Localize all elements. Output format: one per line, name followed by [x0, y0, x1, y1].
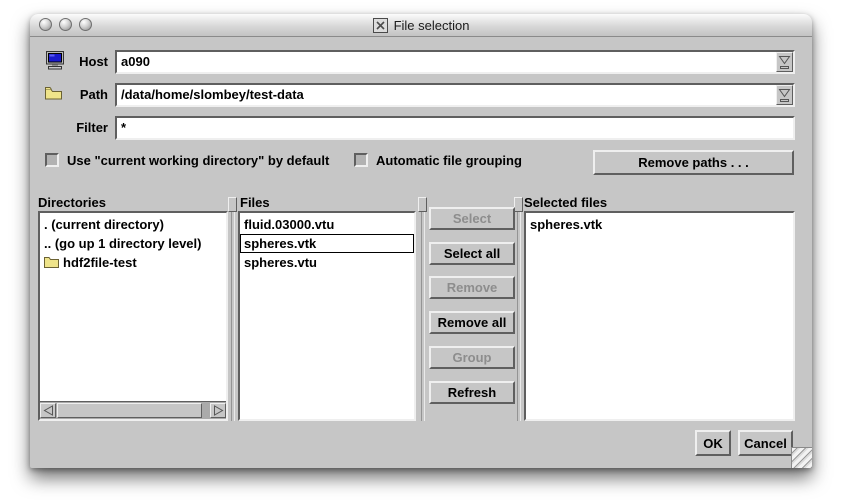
- host-value: a090: [121, 54, 150, 69]
- remove-button[interactable]: Remove: [429, 276, 515, 299]
- list-item-label: .. (go up 1 directory level): [44, 234, 201, 253]
- cancel-button[interactable]: Cancel: [738, 430, 793, 456]
- list-item-label: spheres.vtk: [244, 234, 316, 253]
- auto-grouping-checkbox[interactable]: [354, 153, 368, 167]
- path-label: Path: [30, 87, 108, 102]
- host-dropdown-button[interactable]: [776, 52, 793, 72]
- path-input[interactable]: /data/home/slombey/test-data: [115, 83, 795, 107]
- list-item-label: spheres.vtu: [244, 253, 317, 272]
- group-button[interactable]: Group: [429, 346, 515, 369]
- list-item[interactable]: hdf2file-test: [40, 253, 226, 272]
- remove-paths-button[interactable]: Remove paths . . .: [593, 150, 794, 175]
- select-all-button[interactable]: Select all: [429, 242, 515, 265]
- file-selection-window: File selection Host a090 Path /data/home…: [30, 14, 812, 468]
- splitter-handle[interactable]: [514, 197, 523, 212]
- list-item[interactable]: .. (go up 1 directory level): [40, 234, 226, 253]
- list-item[interactable]: spheres.vtk: [526, 215, 793, 234]
- titlebar[interactable]: File selection: [30, 14, 812, 37]
- list-item-focused[interactable]: spheres.vtk: [240, 234, 414, 253]
- host-input[interactable]: a090: [115, 50, 795, 74]
- window-controls: [39, 18, 92, 31]
- list-item[interactable]: spheres.vtu: [240, 253, 414, 272]
- folder-icon: [44, 257, 59, 268]
- remove-all-button[interactable]: Remove all: [429, 311, 515, 334]
- auto-grouping-label: Automatic file grouping: [376, 153, 522, 168]
- horizontal-scrollbar[interactable]: [40, 401, 226, 419]
- list-item-label: spheres.vtk: [530, 215, 602, 234]
- splitter-handle[interactable]: [418, 197, 427, 212]
- list-item-label: . (current directory): [44, 215, 164, 234]
- list-item-label: hdf2file-test: [63, 253, 137, 272]
- files-list[interactable]: fluid.03000.vtu spheres.vtk spheres.vtu: [238, 211, 416, 421]
- filter-input[interactable]: *: [115, 116, 795, 140]
- directories-list[interactable]: . (current directory) .. (go up 1 direct…: [38, 211, 228, 421]
- close-button-icon[interactable]: [39, 18, 52, 31]
- path-dropdown-button[interactable]: [776, 85, 793, 105]
- minimize-button-icon[interactable]: [59, 18, 72, 31]
- selected-files-list[interactable]: spheres.vtk: [524, 211, 795, 421]
- use-cwd-label: Use "current working directory" by defau…: [67, 153, 329, 168]
- use-cwd-checkbox[interactable]: [45, 153, 59, 167]
- list-item[interactable]: . (current directory): [40, 215, 226, 234]
- scrollbar-thumb[interactable]: [57, 403, 202, 418]
- splitter-groove[interactable]: [231, 212, 235, 421]
- select-button[interactable]: Select: [429, 207, 515, 230]
- path-value: /data/home/slombey/test-data: [121, 87, 304, 102]
- filter-value: *: [121, 120, 126, 135]
- filter-label: Filter: [30, 120, 108, 135]
- selected-files-pane-label: Selected files: [524, 195, 607, 210]
- ok-button[interactable]: OK: [695, 430, 731, 456]
- list-item[interactable]: fluid.03000.vtu: [240, 215, 414, 234]
- window-title: File selection: [394, 18, 470, 33]
- x11-window-icon: [373, 18, 388, 33]
- files-pane-label: Files: [240, 195, 270, 210]
- list-item-label: fluid.03000.vtu: [244, 215, 334, 234]
- scroll-right-icon[interactable]: [210, 403, 226, 418]
- directories-pane-label: Directories: [38, 195, 106, 210]
- refresh-button[interactable]: Refresh: [429, 381, 515, 404]
- zoom-button-icon[interactable]: [79, 18, 92, 31]
- resize-grip[interactable]: [791, 447, 812, 468]
- scroll-left-icon[interactable]: [40, 403, 56, 418]
- splitter-groove[interactable]: [517, 212, 521, 421]
- splitter-handle[interactable]: [228, 197, 237, 212]
- splitter-groove[interactable]: [421, 212, 425, 421]
- host-label: Host: [30, 54, 108, 69]
